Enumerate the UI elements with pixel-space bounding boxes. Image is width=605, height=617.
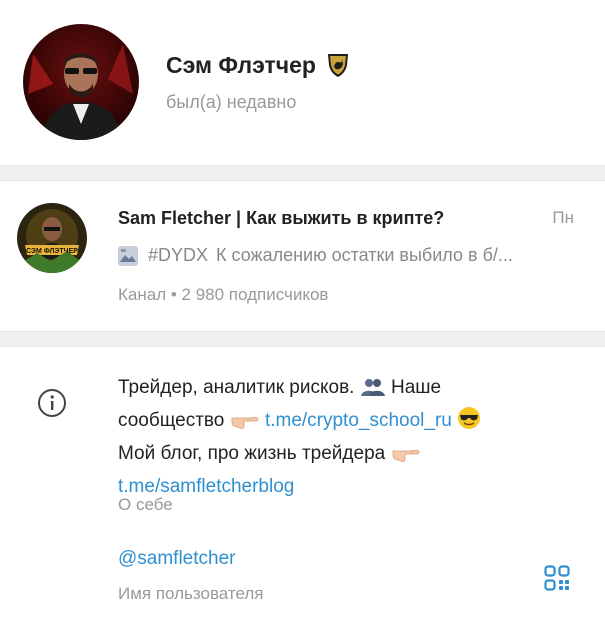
channel-last-message: #DYDX К сожалению остатки выбило в б/... [118, 245, 513, 266]
people-emoji-icon [360, 377, 386, 406]
profile-name: Сэм Флэтчер [166, 51, 316, 78]
channel-subscribers: Канал • 2 980 подписчиков [118, 285, 329, 304]
about-label: О себе [118, 495, 173, 514]
profile-name-row: Сэм Флэтчер [166, 51, 352, 79]
sunglasses-emoji-icon [457, 406, 481, 439]
svg-text:СЭМ ФЛЭТЧЕР: СЭМ ФЛЭТЧЕР [26, 248, 78, 255]
bio-line-3: Мой блог, про жизнь трейдера [118, 443, 386, 464]
image-thumbnail-icon [118, 245, 138, 266]
profile-avatar[interactable] [23, 24, 139, 140]
channel-title: Sam Fletcher | Как выжить в крипте? [118, 208, 445, 228]
pointing-hand-emoji-icon [230, 410, 260, 439]
channel-avatar[interactable]: СЭМ ФЛЭТЧЕР [17, 203, 87, 273]
channel-card[interactable]: СЭМ ФЛЭТЧЕР Sam Fletcher | Как выжить в … [0, 181, 605, 331]
pointing-hand-emoji-icon [391, 443, 421, 472]
info-section: Трейдер, аналитик рисков. Наше сообществ… [0, 347, 605, 617]
profile-status: был(а) недавно [166, 92, 297, 112]
channel-date: Пн [552, 208, 574, 227]
info-icon [36, 387, 68, 419]
bio-line-1: Трейдер, аналитик рисков. [118, 377, 355, 398]
profile-header: Сэм Флэтчер был(а) недавно [0, 0, 605, 165]
bio-line-1-end: Наше [385, 377, 442, 398]
preview-text: К сожалению остатки выбило в б/... [216, 245, 513, 265]
bio-line-2: сообщество [118, 410, 225, 431]
username-link[interactable]: @samfletcher [118, 548, 236, 570]
username-label: Имя пользователя [118, 584, 264, 603]
crypto-school-link[interactable]: t.me/crypto_school_ru [265, 410, 452, 431]
qr-code-icon[interactable] [544, 565, 570, 591]
blog-link[interactable]: t.me/samfletcherblog [118, 476, 294, 497]
bio-text: Трейдер, аналитик рисков. Наше сообществ… [118, 373, 588, 501]
section-divider [0, 331, 605, 347]
preview-hashtag: #DYDX [148, 245, 209, 265]
lamborghini-shield-icon[interactable] [324, 51, 352, 79]
section-divider [0, 165, 605, 181]
